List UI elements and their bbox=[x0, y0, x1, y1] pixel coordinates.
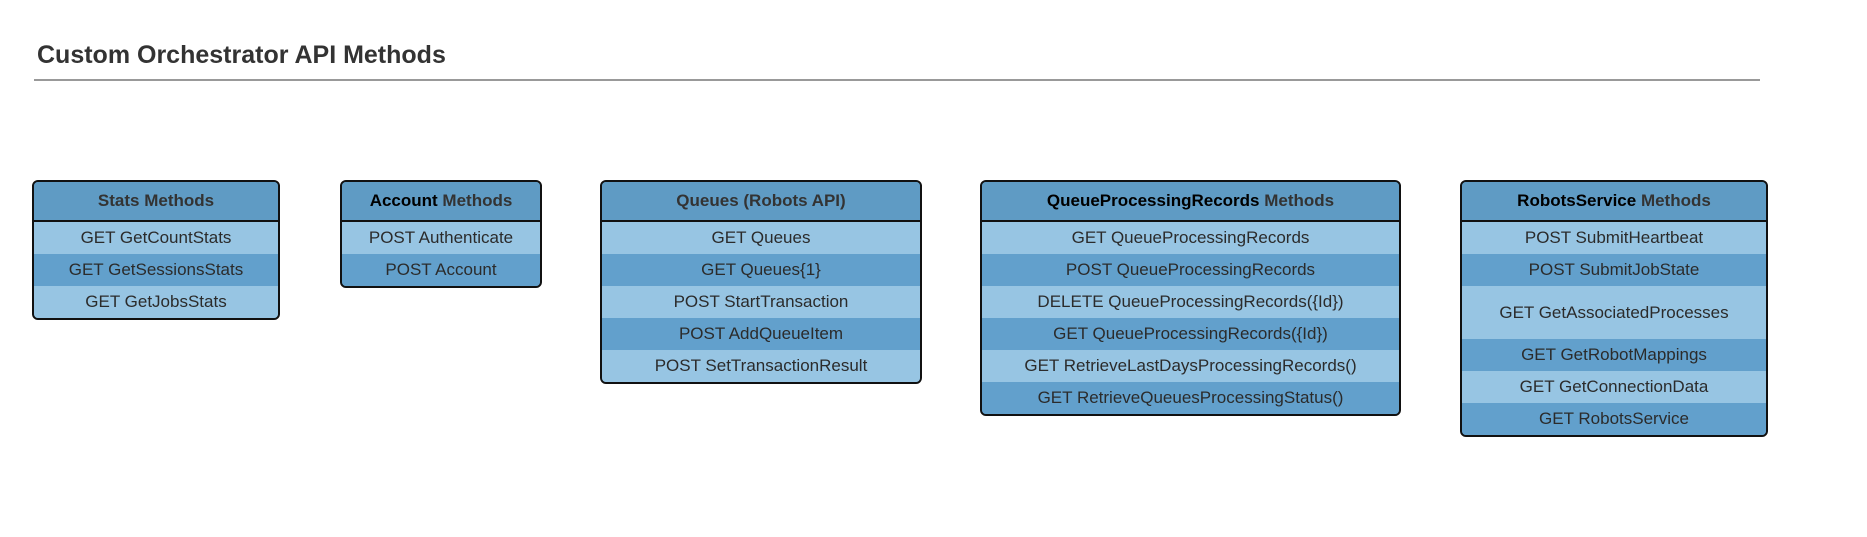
method-row: GET GetConnectionData bbox=[1462, 371, 1766, 403]
method-row: GET GetCountStats bbox=[34, 222, 278, 254]
box-header: QueueProcessingRecords Methods bbox=[982, 182, 1399, 222]
method-row: POST Authenticate bbox=[342, 222, 540, 254]
box-header: RobotsService Methods bbox=[1462, 182, 1766, 222]
method-row: GET Queues bbox=[602, 222, 920, 254]
box-header-text: Methods bbox=[1259, 191, 1335, 210]
page-title: Custom Orchestrator API Methods bbox=[37, 41, 446, 69]
queue-processing-records-box: QueueProcessingRecords Methods GET Queue… bbox=[980, 180, 1401, 416]
method-row: GET RobotsService bbox=[1462, 403, 1766, 435]
method-row: GET GetRobotMappings bbox=[1462, 339, 1766, 371]
robots-service-box: RobotsService Methods POST SubmitHeartbe… bbox=[1460, 180, 1768, 437]
box-header: Account Methods bbox=[342, 182, 540, 222]
title-divider bbox=[34, 79, 1760, 81]
box-header-emphasis: QueueProcessingRecords bbox=[1046, 191, 1260, 210]
method-row: POST AddQueueItem bbox=[602, 318, 920, 350]
method-row: GET QueueProcessingRecords bbox=[982, 222, 1399, 254]
box-header: Stats Methods bbox=[34, 182, 278, 222]
method-row: GET GetSessionsStats bbox=[34, 254, 278, 286]
method-row: POST SetTransactionResult bbox=[602, 350, 920, 382]
box-header-text: Methods bbox=[1636, 191, 1711, 210]
account-methods-box: Account Methods POST Authenticate POST A… bbox=[340, 180, 542, 288]
method-row: POST SubmitJobState bbox=[1462, 254, 1766, 286]
method-row: POST StartTransaction bbox=[602, 286, 920, 318]
method-row: POST Account bbox=[342, 254, 540, 286]
box-header-emphasis: Account bbox=[369, 191, 438, 210]
method-row: POST QueueProcessingRecords bbox=[982, 254, 1399, 286]
box-header-text: Queues (Robots API) bbox=[676, 191, 846, 210]
method-row: GET GetJobsStats bbox=[34, 286, 278, 318]
stats-methods-box: Stats Methods GET GetCountStats GET GetS… bbox=[32, 180, 280, 320]
method-row: GET RetrieveQueuesProcessingStatus() bbox=[982, 382, 1399, 414]
method-row: GET Queues{1} bbox=[602, 254, 920, 286]
box-header-text: Stats Methods bbox=[97, 191, 215, 210]
method-row: GET RetrieveLastDaysProcessingRecords() bbox=[982, 350, 1399, 382]
box-header-emphasis: RobotsService bbox=[1517, 191, 1637, 210]
box-header: Queues (Robots API) bbox=[602, 182, 920, 222]
method-row: GET QueueProcessingRecords({Id}) bbox=[982, 318, 1399, 350]
queues-robots-api-box: Queues (Robots API) GET Queues GET Queue… bbox=[600, 180, 922, 384]
box-header-text: Methods bbox=[437, 191, 513, 210]
method-row: GET GetAssociatedProcesses bbox=[1462, 286, 1766, 339]
method-row: DELETE QueueProcessingRecords({Id}) bbox=[982, 286, 1399, 318]
method-row: POST SubmitHeartbeat bbox=[1462, 222, 1766, 254]
